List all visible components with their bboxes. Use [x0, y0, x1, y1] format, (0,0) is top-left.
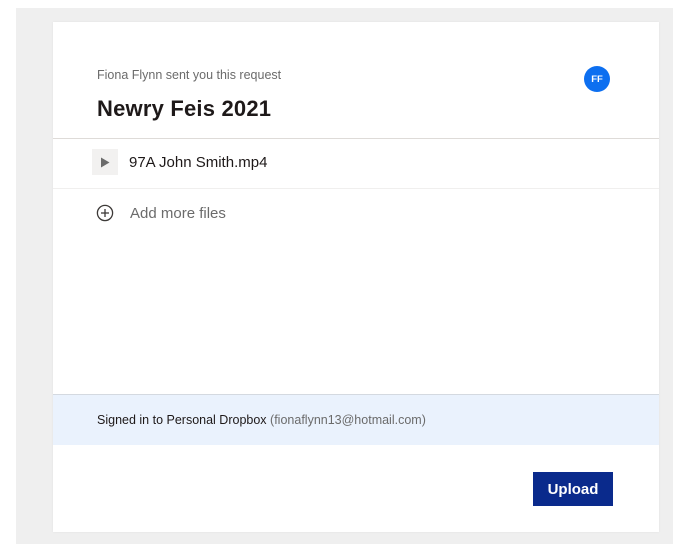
add-more-files-label: Add more files	[130, 205, 226, 222]
avatar-initials: FF	[591, 73, 603, 85]
request-title: Newry Feis 2021	[97, 96, 272, 121]
signed-in-banner: Signed in to Personal Dropbox (fionaflyn…	[53, 394, 659, 445]
request-sender-text: Fiona Flynn sent you this request	[97, 68, 282, 82]
play-icon[interactable]	[92, 149, 118, 175]
file-list-item[interactable]: 97A John Smith.mp4	[53, 139, 659, 189]
add-circle-icon	[96, 204, 114, 222]
avatar[interactable]: FF	[584, 66, 610, 92]
file-request-card: Fiona Flynn sent you this request Newry …	[53, 22, 659, 532]
signed-in-email: (fionaflynn13@hotmail.com)	[270, 413, 426, 427]
signed-in-text: Signed in to Personal Dropbox (fionaflyn…	[97, 413, 426, 427]
add-more-files-button[interactable]: Add more files	[53, 189, 659, 237]
upload-button[interactable]: Upload	[533, 472, 613, 506]
signed-in-label: Signed in to Personal Dropbox	[97, 413, 267, 427]
file-name: 97A John Smith.mp4	[129, 154, 268, 171]
